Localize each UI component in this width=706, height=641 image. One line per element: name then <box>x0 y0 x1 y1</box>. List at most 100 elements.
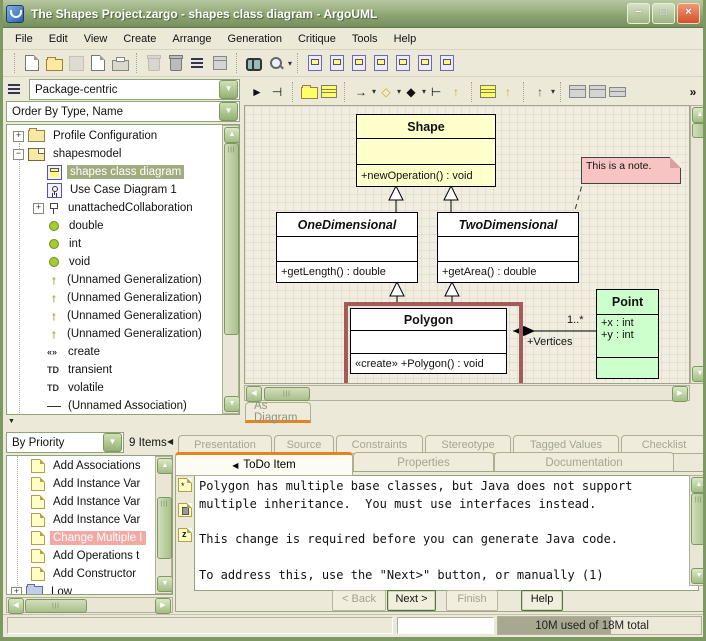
operation-tool-icon[interactable] <box>588 82 606 102</box>
open-project-icon[interactable] <box>44 53 64 73</box>
layout-icon[interactable] <box>188 53 208 73</box>
menu-create[interactable]: Create <box>115 31 164 47</box>
expander-icon[interactable]: + <box>33 203 44 214</box>
diagram-vscrollbar[interactable]: ▲ ▼ <box>690 105 706 384</box>
scroll-up-icon[interactable]: ▲ <box>691 477 706 493</box>
combo-arrow-icon[interactable]: ▼ <box>219 80 238 99</box>
tree-item-shapesmodel[interactable]: − shapesmodel <box>13 145 124 163</box>
class-polygon-selection[interactable]: Polygon «create» +Polygon() : void <box>344 302 523 384</box>
tree-item-volatile[interactable]: TD volatile <box>47 379 107 397</box>
todo-item[interactable]: Add Instance Var <box>31 511 143 529</box>
tree-item-profile-configuration[interactable]: + Profile Configuration <box>13 127 160 145</box>
tree-item-int[interactable]: int <box>47 235 84 253</box>
delete-todo-icon[interactable] <box>178 503 192 517</box>
attribute-tool-icon[interactable] <box>568 82 586 102</box>
new-sequence-diagram-icon[interactable] <box>349 53 369 73</box>
print-icon[interactable] <box>110 53 130 73</box>
scroll-right-icon[interactable]: ▶ <box>155 598 171 614</box>
dependency-tool-icon[interactable]: ↑ <box>531 82 549 102</box>
new-statechart-diagram-icon[interactable] <box>393 53 413 73</box>
combo-arrow-icon[interactable]: ▼ <box>103 433 122 452</box>
delete-icon[interactable] <box>166 53 186 73</box>
aggregation-tool-icon[interactable]: ◇ <box>377 82 395 102</box>
tree-item-unattached-collaboration[interactable]: + unattachedCollaboration <box>33 199 196 217</box>
class-shape[interactable]: Shape +newOperation() : void <box>356 114 496 187</box>
association-multiplicity[interactable]: 1..* <box>567 314 584 326</box>
todo-scrollbar[interactable]: ▲ ||| ▼ <box>155 456 172 594</box>
uml-note[interactable]: This is a note. <box>581 157 681 184</box>
scroll-up-icon[interactable]: ▲ <box>157 458 173 474</box>
menu-tools[interactable]: Tools <box>344 31 386 47</box>
next-button[interactable]: Next > <box>387 590 436 611</box>
expander-icon[interactable]: − <box>13 149 24 160</box>
new-usecase-diagram-icon[interactable] <box>305 53 325 73</box>
scroll-down-icon[interactable]: ▼ <box>691 568 706 584</box>
zoom-dropdown-icon[interactable]: ▾ <box>288 59 292 68</box>
tree-item-transient[interactable]: TD transient <box>47 361 115 379</box>
interface-tool-icon[interactable] <box>479 82 497 102</box>
todo-item[interactable]: Add Instance Var <box>31 475 143 493</box>
toolbar-overflow-icon[interactable]: » <box>684 82 702 102</box>
tree-item-generalization-1[interactable]: ↑ (Unnamed Generalization) <box>47 271 205 289</box>
back-button[interactable]: < Back <box>332 590 386 611</box>
todo-item[interactable]: Add Operations t <box>31 547 142 565</box>
class-twodimensional[interactable]: TwoDimensional +getArea() : double <box>437 212 579 283</box>
scroll-up-icon[interactable]: ▲ <box>224 127 240 143</box>
order-combo[interactable]: Order By Type, Name ▼ <box>6 101 240 122</box>
todo-item[interactable]: Add Constructor <box>31 565 139 583</box>
menu-view[interactable]: View <box>76 31 116 47</box>
package-tool-icon[interactable] <box>300 82 318 102</box>
new-class-diagram-icon[interactable] <box>327 53 347 73</box>
tree-item-generalization-2[interactable]: ↑ (Unnamed Generalization) <box>47 289 205 307</box>
todo-filter-combo[interactable]: By Priority ▼ <box>6 432 124 453</box>
new-activity-diagram-icon[interactable] <box>415 53 435 73</box>
expander-icon[interactable]: + <box>11 587 22 596</box>
tree-item-use-case-diagram[interactable]: Use Case Diagram 1 <box>47 181 180 199</box>
combo-arrow-icon[interactable]: ▼ <box>219 102 238 121</box>
select-tool-icon[interactable]: ► <box>248 82 266 102</box>
comment-tool-icon[interactable] <box>608 82 626 102</box>
scroll-down-icon[interactable]: ▼ <box>157 576 173 592</box>
new-collaboration-diagram-icon[interactable] <box>371 53 391 73</box>
todo-item-low[interactable]: + Low <box>11 583 75 595</box>
composition-dropdown-icon[interactable]: ▾ <box>422 87 426 96</box>
scroll-up-icon[interactable]: ▲ <box>692 107 706 123</box>
generalization-tool-icon[interactable]: ↑ <box>447 82 465 102</box>
splitter-collapse-icon[interactable]: ▼ <box>8 418 15 425</box>
remove-from-diagram-icon[interactable] <box>144 53 164 73</box>
new-todo-icon[interactable]: * <box>178 478 192 492</box>
tree-item-generalization-4[interactable]: ↑ (Unnamed Generalization) <box>47 325 205 343</box>
zoom-icon[interactable] <box>266 53 286 73</box>
perspective-combo[interactable]: Package-centric ▼ <box>29 79 240 100</box>
aggregation-dropdown-icon[interactable]: ▾ <box>397 87 401 96</box>
maximize-button[interactable]: □ <box>652 3 675 24</box>
new-deployment-diagram-icon[interactable] <box>437 53 457 73</box>
tree-item-generalization-3[interactable]: ↑ (Unnamed Generalization) <box>47 307 205 325</box>
tree-item-create[interactable]: «» create <box>47 343 103 361</box>
expander-icon[interactable]: + <box>13 131 24 142</box>
todo-detail-scrollbar[interactable]: ▲ ||| ▼ <box>689 475 706 586</box>
uniassociation-tool-icon[interactable]: ⊢ <box>427 82 445 102</box>
tree-item-void[interactable]: void <box>47 253 93 271</box>
menu-help[interactable]: Help <box>386 31 425 47</box>
diagram-canvas[interactable]: Shape +newOperation() : void This is a n… <box>244 105 690 384</box>
settings-icon[interactable] <box>210 53 230 73</box>
finish-button[interactable]: Finish <box>446 590 498 611</box>
menu-file[interactable]: File <box>7 31 41 47</box>
realization-tool-icon[interactable]: ↑ <box>499 82 517 102</box>
scroll-down-icon[interactable]: ▼ <box>692 366 706 382</box>
save-project-icon[interactable] <box>66 53 86 73</box>
tree-item-shapes-class-diagram[interactable]: shapes class diagram <box>47 163 184 181</box>
tab-as-diagram[interactable]: As Diagram <box>245 402 311 423</box>
class-point[interactable]: Point +x : int +y : int <box>596 289 659 379</box>
menu-arrange[interactable]: Arrange <box>164 31 219 47</box>
todo-description[interactable]: Polygon has multiple base classes, but J… <box>194 475 699 591</box>
tab-todo-item[interactable]: ◀ ToDo Item <box>175 452 353 476</box>
find-icon[interactable] <box>244 53 264 73</box>
scroll-down-icon[interactable]: ▼ <box>224 396 240 412</box>
todo-item[interactable]: Add Instance Var <box>31 493 143 511</box>
help-button[interactable]: Help <box>521 590 563 611</box>
snooze-todo-icon[interactable]: z <box>178 528 192 542</box>
menu-edit[interactable]: Edit <box>41 31 76 47</box>
minimize-button[interactable]: − <box>627 3 650 24</box>
